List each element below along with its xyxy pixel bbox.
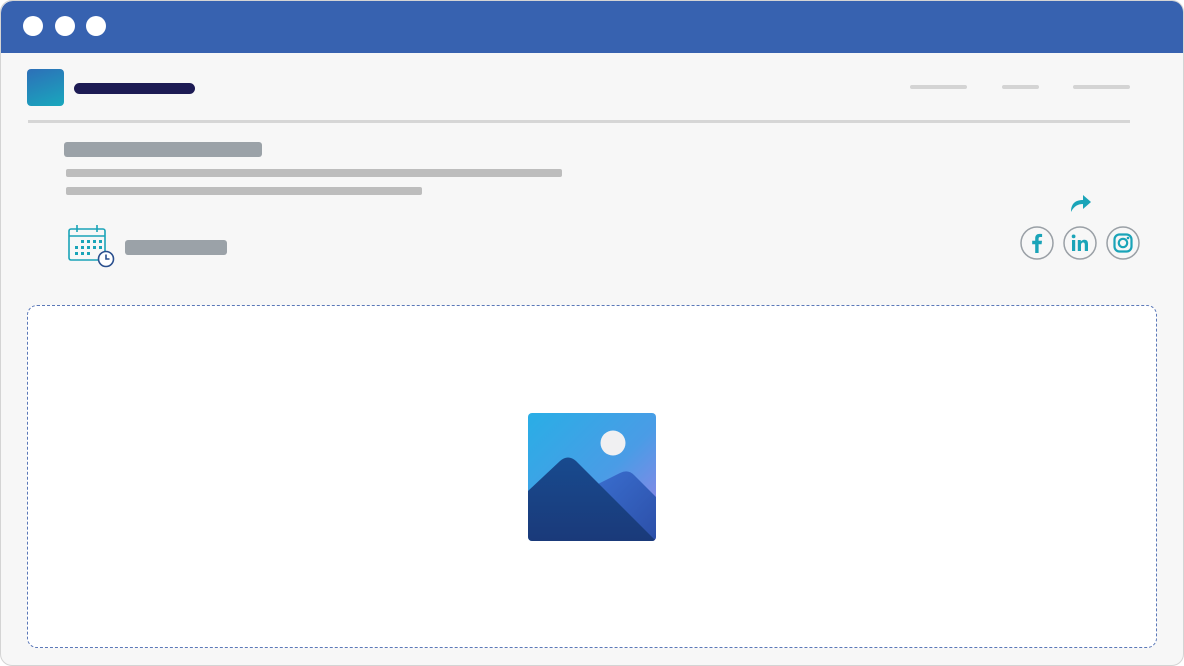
linkedin-icon[interactable] [1063,226,1097,260]
nav-link-3-placeholder[interactable] [1073,85,1130,89]
article-date-placeholder [125,240,227,255]
facebook-icon[interactable] [1020,226,1054,260]
image-placeholder-icon[interactable] [528,413,656,541]
window-close-dot[interactable] [23,16,43,36]
site-name-placeholder[interactable] [74,83,195,94]
browser-window [0,0,1184,666]
header-divider [28,120,1130,123]
nav-link-2-placeholder[interactable] [1002,85,1039,89]
article-text-line-1 [66,169,562,177]
site-logo[interactable] [27,69,64,106]
article-text-line-2 [66,187,422,195]
article-title-placeholder [64,142,262,157]
window-maximize-dot[interactable] [86,16,106,36]
instagram-icon[interactable] [1106,226,1140,260]
window-minimize-dot[interactable] [55,16,75,36]
calendar-clock-icon [68,225,115,268]
nav-link-1-placeholder[interactable] [910,85,967,89]
window-titlebar [1,1,1183,53]
share-arrow-icon[interactable] [1067,191,1093,215]
